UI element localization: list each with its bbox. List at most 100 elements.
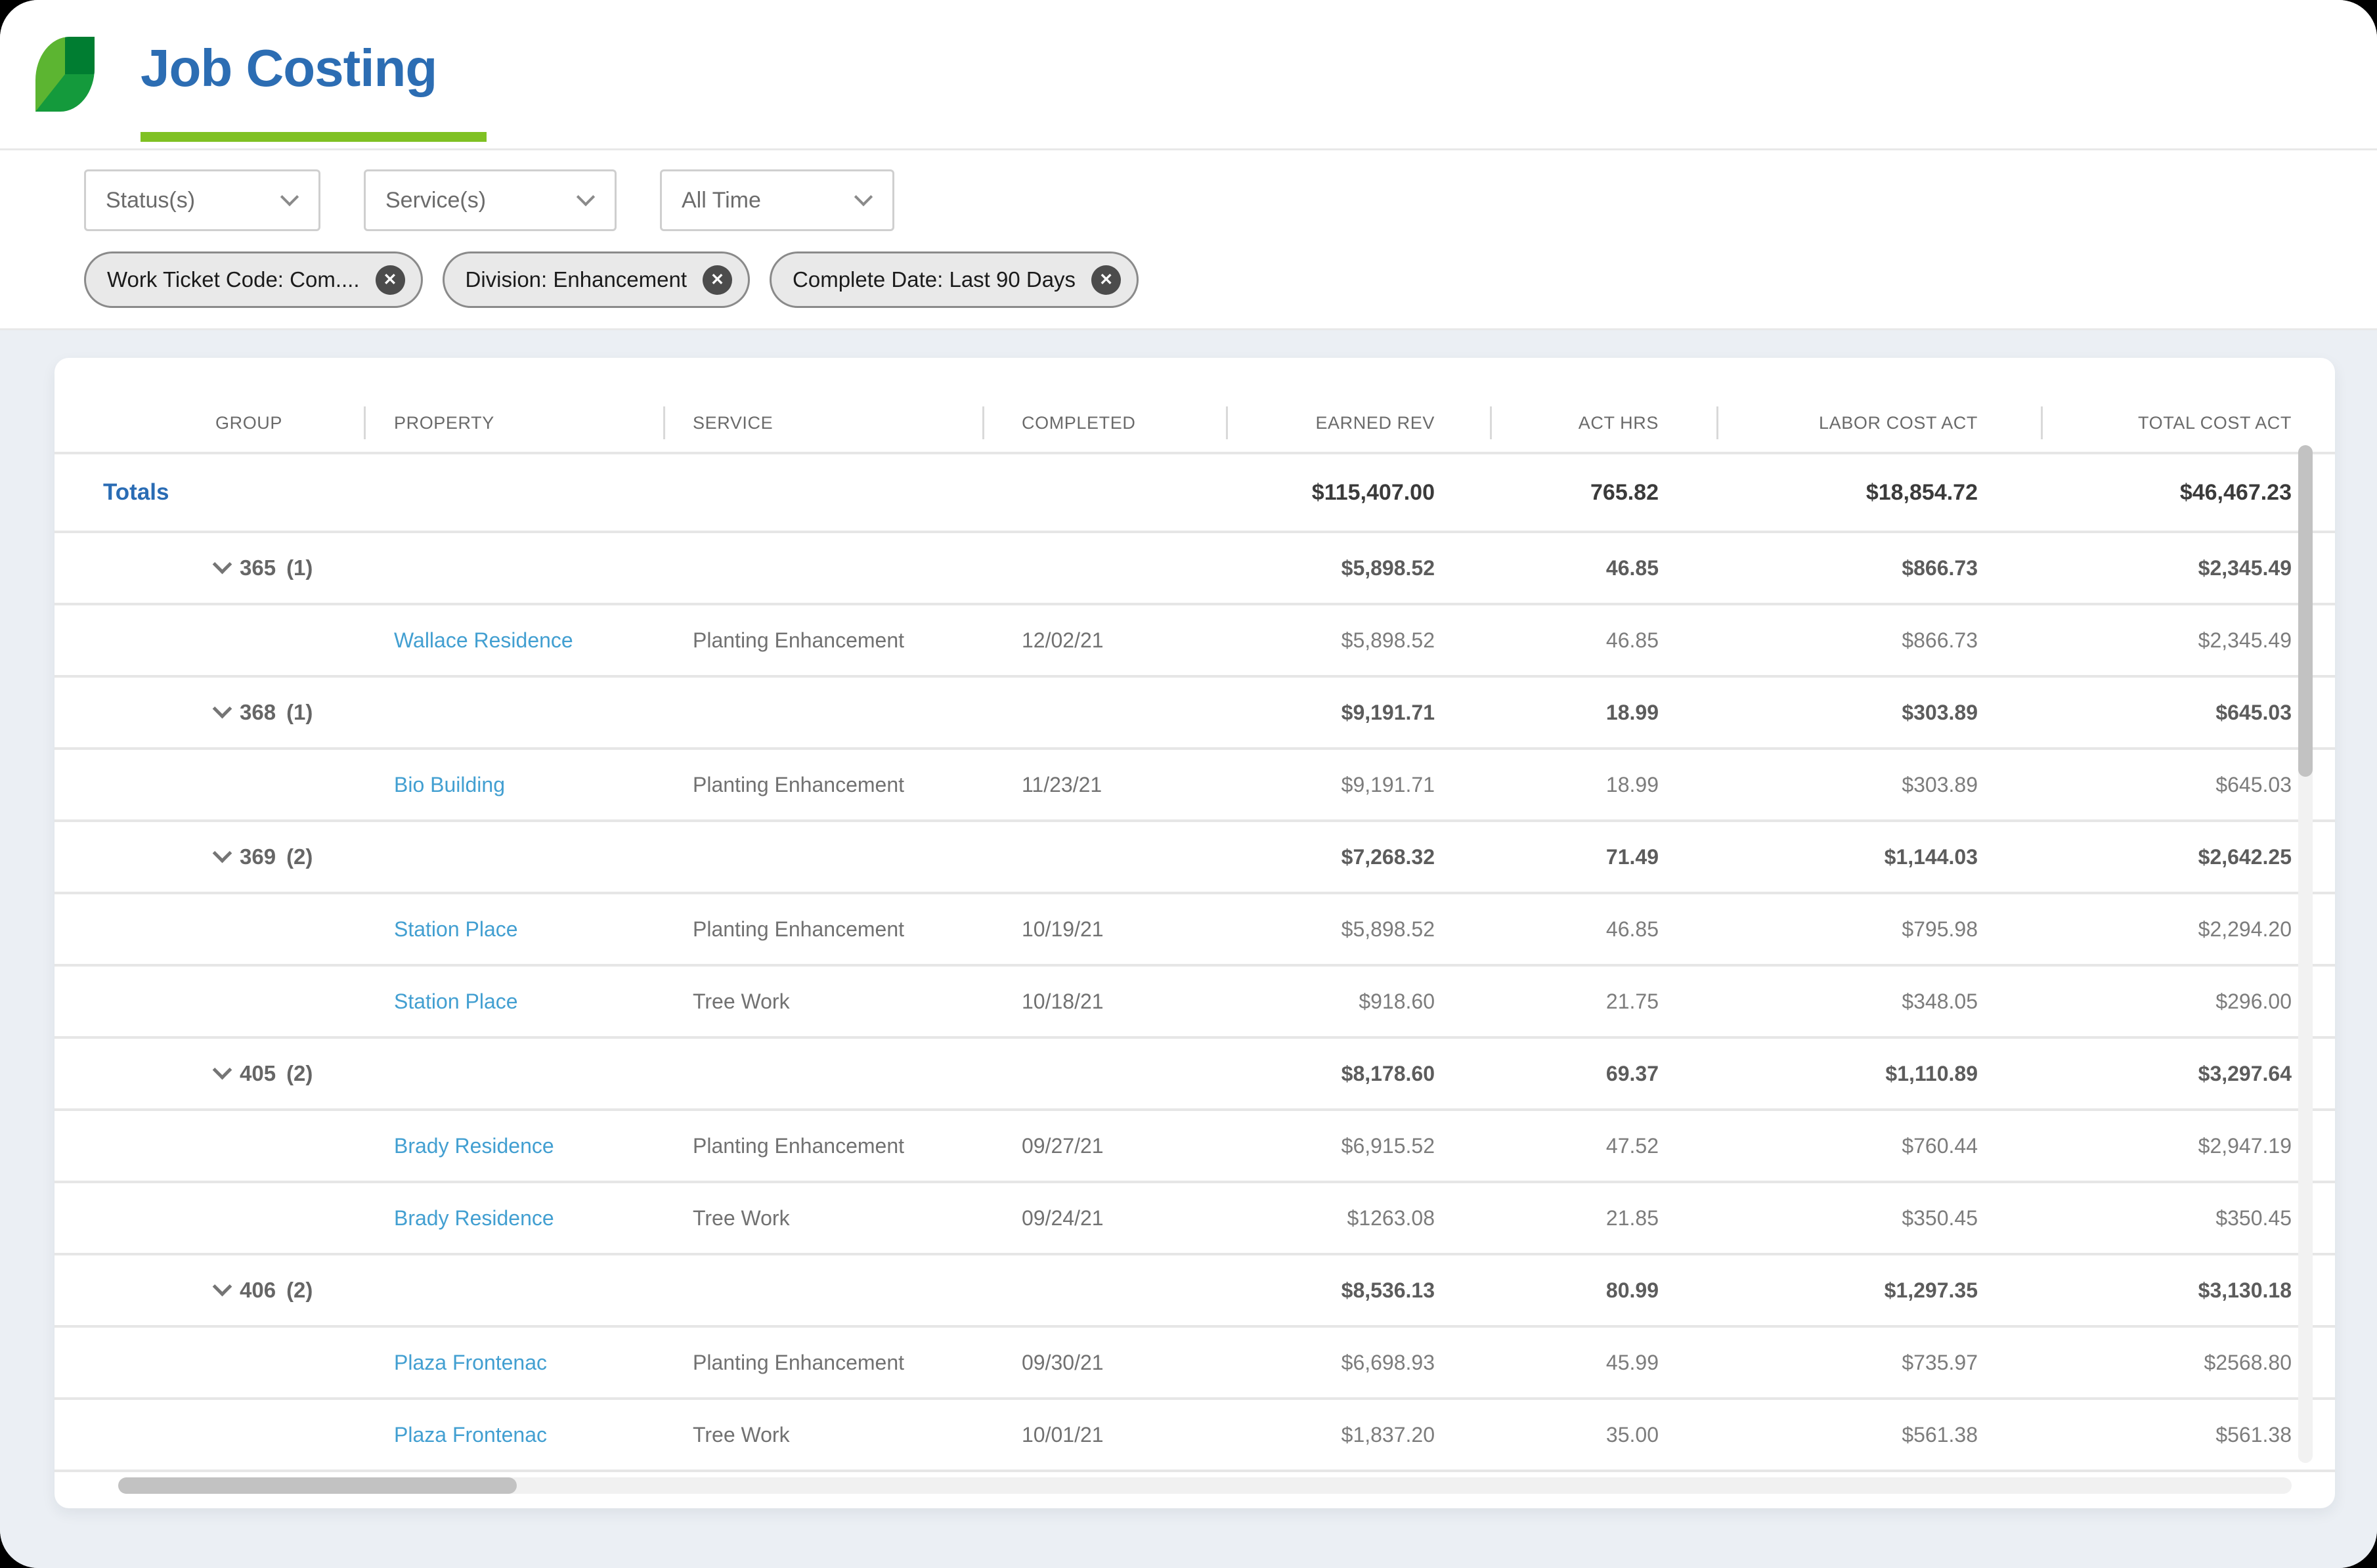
- service-cell: Tree Work: [693, 1422, 790, 1447]
- group-total-cost-act: $645.03: [2215, 700, 2292, 724]
- chevron-down-icon: [280, 187, 299, 207]
- leaf-logo-icon: [35, 37, 95, 112]
- remove-filter-icon[interactable]: ✕: [375, 265, 405, 295]
- column-header-act-hrs[interactable]: ACT HRS: [1490, 394, 1716, 452]
- table-row: Station Place Tree Work 10/18/21 $918.60…: [55, 967, 2335, 1039]
- date-range-dropdown[interactable]: All Time: [660, 169, 894, 231]
- horizontal-scrollbar[interactable]: [118, 1477, 2292, 1494]
- labor-cost-act-cell: $735.97: [1902, 1350, 1978, 1374]
- group-total-cost-act: $3,297.64: [2198, 1061, 2292, 1085]
- chevron-down-icon[interactable]: [212, 843, 232, 863]
- totals-total-cost-act: $46,467.23: [2179, 479, 2292, 505]
- leaf-logo-dark-quadrant: [65, 37, 95, 74]
- group-labor-cost-act: $1,110.89: [1885, 1061, 1978, 1085]
- table-row: Brady Residence Planting Enhancement 09/…: [55, 1111, 2335, 1183]
- page-title: Job Costing: [141, 39, 437, 97]
- property-link[interactable]: Brady Residence: [394, 1134, 554, 1158]
- total-cost-act-cell: $561.38: [2215, 1422, 2292, 1447]
- remove-filter-icon[interactable]: ✕: [1091, 265, 1122, 295]
- completed-cell: 09/24/21: [1022, 1206, 1104, 1230]
- group-total-cost-act: $3,130.18: [2198, 1278, 2292, 1302]
- total-cost-act-cell: $2568.80: [2204, 1350, 2292, 1374]
- column-header-labor-cost-act[interactable]: LABOR COST ACT: [1716, 394, 2041, 452]
- total-cost-act-cell: $350.45: [2215, 1206, 2292, 1230]
- group-earned-rev: $8,178.60: [1341, 1061, 1435, 1085]
- column-header-group[interactable]: GROUP: [55, 394, 364, 452]
- group-earned-rev: $8,536.13: [1341, 1278, 1435, 1302]
- group-row-368: 368 (1) $9,191.71 18.99 $303.89 $645.03: [55, 678, 2335, 750]
- group-row-365: 365 (1) $5,898.52 46.85 $866.73 $2,345.4…: [55, 533, 2335, 605]
- group-earned-rev: $5,898.52: [1341, 555, 1435, 580]
- group-count: (2): [286, 844, 313, 869]
- earned-rev-cell: $1,837.20: [1341, 1422, 1435, 1447]
- table-row: Brady Residence Tree Work 09/24/21 $1263…: [55, 1183, 2335, 1255]
- property-link[interactable]: Station Place: [394, 990, 518, 1014]
- service-cell: Planting Enhancement: [693, 1133, 904, 1158]
- act-hrs-cell: 46.85: [1605, 917, 1659, 941]
- group-earned-rev: $9,191.71: [1341, 700, 1435, 724]
- act-hrs-cell: 46.85: [1605, 628, 1659, 652]
- group-act-hrs: 18.99: [1605, 700, 1659, 724]
- property-link[interactable]: Bio Building: [394, 773, 505, 797]
- group-act-hrs: 71.49: [1605, 844, 1659, 869]
- horizontal-scrollbar-thumb[interactable]: [118, 1477, 517, 1494]
- earned-rev-cell: $918.60: [1359, 989, 1435, 1013]
- vertical-scrollbar[interactable]: [2298, 445, 2313, 1463]
- filter-chip-division[interactable]: Division: Enhancement ✕: [442, 251, 751, 308]
- totals-earned-rev: $115,407.00: [1311, 479, 1435, 505]
- chevron-down-icon: [854, 187, 873, 207]
- remove-filter-icon[interactable]: ✕: [703, 265, 733, 295]
- service-cell: Planting Enhancement: [693, 772, 904, 796]
- column-header-property[interactable]: PROPERTY: [364, 394, 663, 452]
- earned-rev-cell: $5,898.52: [1341, 917, 1435, 941]
- job-costing-table-card: GROUP PROPERTY SERVICE COMPLETED EARNED …: [55, 358, 2335, 1508]
- service-cell: Tree Work: [693, 1206, 790, 1230]
- app-window: Job Costing Status(s) Service(s) All Tim…: [0, 0, 2377, 1568]
- group-labor-cost-act: $866.73: [1902, 555, 1978, 580]
- group-label: 368: [240, 700, 276, 724]
- act-hrs-cell: 21.75: [1605, 989, 1659, 1013]
- completed-cell: 09/27/21: [1022, 1133, 1104, 1158]
- property-link[interactable]: Wallace Residence: [394, 628, 573, 653]
- filter-chip-work-ticket-code[interactable]: Work Ticket Code: Com.... ✕: [84, 251, 423, 308]
- service-dropdown[interactable]: Service(s): [364, 169, 617, 231]
- column-header-total-cost-act[interactable]: TOTAL COST ACT: [2041, 394, 2335, 452]
- service-cell: Tree Work: [693, 989, 790, 1013]
- completed-cell: 10/18/21: [1022, 989, 1104, 1013]
- labor-cost-act-cell: $561.38: [1902, 1422, 1978, 1447]
- filter-section: Status(s) Service(s) All Time Work Ticke…: [0, 150, 2377, 328]
- vertical-scrollbar-thumb[interactable]: [2298, 445, 2313, 777]
- chevron-down-icon[interactable]: [212, 1060, 232, 1079]
- filter-chip-complete-date[interactable]: Complete Date: Last 90 Days ✕: [770, 251, 1139, 308]
- group-labor-cost-act: $1,144.03: [1884, 844, 1978, 869]
- group-earned-rev: $7,268.32: [1341, 844, 1435, 869]
- total-cost-act-cell: $296.00: [2215, 989, 2292, 1013]
- property-link[interactable]: Plaza Frontenac: [394, 1351, 547, 1375]
- group-row-406: 406 (2) $8,536.13 80.99 $1,297.35 $3,130…: [55, 1255, 2335, 1328]
- service-dropdown-label: Service(s): [385, 187, 487, 213]
- column-header-completed[interactable]: COMPLETED: [982, 394, 1226, 452]
- totals-row: Totals $115,407.00 765.82 $18,854.72 $46…: [55, 454, 2335, 533]
- status-dropdown[interactable]: Status(s): [84, 169, 320, 231]
- property-link[interactable]: Brady Residence: [394, 1206, 554, 1230]
- property-link[interactable]: Plaza Frontenac: [394, 1423, 547, 1447]
- completed-cell: 10/19/21: [1022, 917, 1104, 941]
- column-header-earned-rev[interactable]: EARNED REV: [1226, 394, 1490, 452]
- totals-label: Totals: [103, 479, 169, 505]
- labor-cost-act-cell: $348.05: [1902, 989, 1978, 1013]
- column-header-service[interactable]: SERVICE: [663, 394, 982, 452]
- filter-chip-label: Complete Date: Last 90 Days: [793, 267, 1076, 292]
- chevron-down-icon[interactable]: [212, 1276, 232, 1296]
- total-cost-act-cell: $645.03: [2215, 772, 2292, 796]
- chevron-down-icon: [576, 187, 596, 207]
- table-row: Wallace Residence Planting Enhancement 1…: [55, 605, 2335, 678]
- group-row-369: 369 (2) $7,268.32 71.49 $1,144.03 $2,642…: [55, 822, 2335, 894]
- filter-chip-label: Division: Enhancement: [465, 267, 687, 292]
- chevron-down-icon[interactable]: [212, 699, 232, 718]
- table-row: Plaza Frontenac Planting Enhancement 09/…: [55, 1328, 2335, 1400]
- chevron-down-icon[interactable]: [212, 554, 232, 574]
- property-link[interactable]: Station Place: [394, 917, 518, 942]
- group-act-hrs: 69.37: [1605, 1061, 1659, 1085]
- completed-cell: 12/02/21: [1022, 628, 1104, 652]
- labor-cost-act-cell: $795.98: [1902, 917, 1978, 941]
